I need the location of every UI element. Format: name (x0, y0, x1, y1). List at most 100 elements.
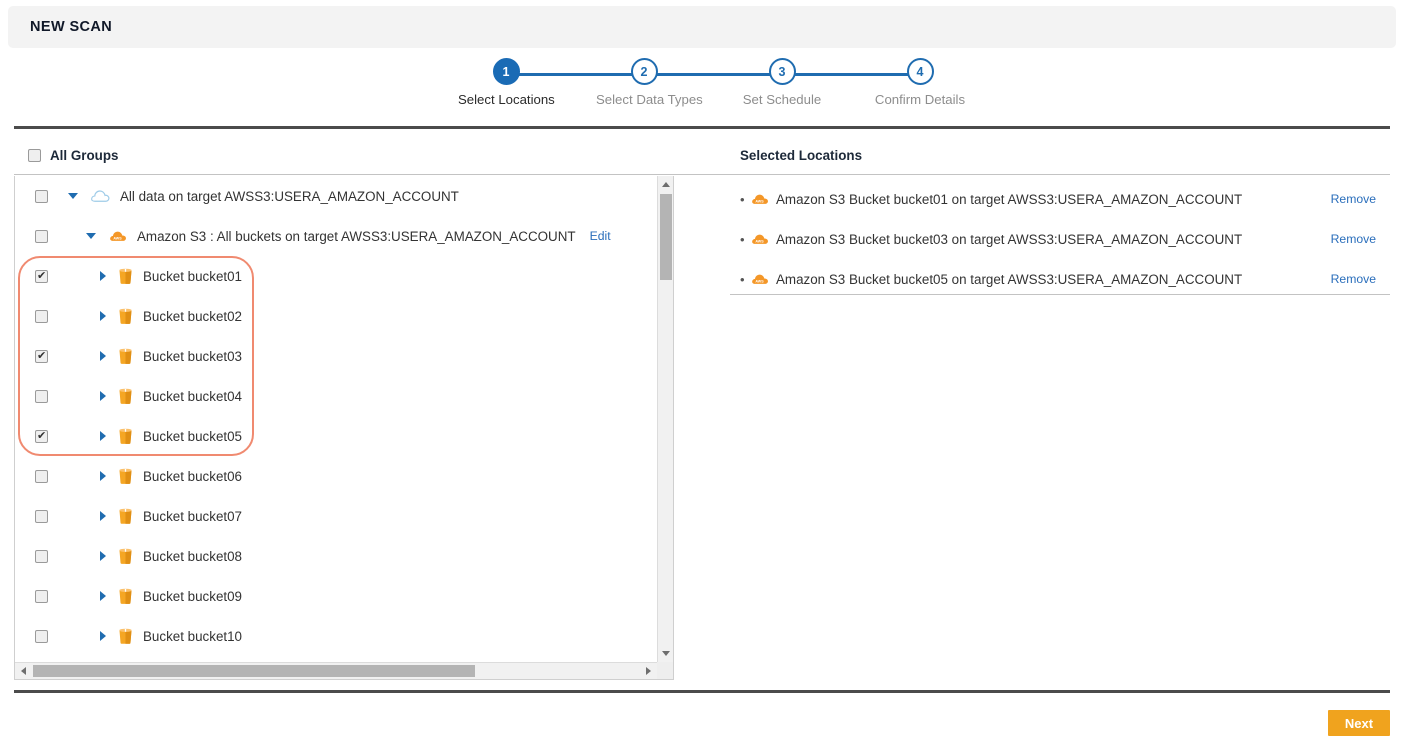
selected-location-label: Amazon S3 Bucket bucket03 on target AWSS… (776, 232, 1242, 247)
tree-row-checkbox[interactable] (35, 550, 48, 563)
step-3-number: 3 (769, 58, 796, 85)
caret-right-icon[interactable] (100, 631, 106, 641)
caret-right-icon[interactable] (100, 471, 106, 481)
tree-row[interactable]: Bucket bucket02 (15, 296, 657, 336)
selected-location-label: Amazon S3 Bucket bucket05 on target AWSS… (776, 272, 1242, 287)
caret-right-icon[interactable] (100, 511, 106, 521)
location-tree-panel: All data on target AWSS3:USERA_AMAZON_AC… (14, 176, 674, 680)
tree-row-label: Bucket bucket10 (143, 629, 242, 644)
svg-text:AWS: AWS (755, 239, 764, 243)
tree-row[interactable]: Bucket bucket07 (15, 496, 657, 536)
tree-row-checkbox[interactable] (35, 510, 48, 523)
divider-left-panel (14, 174, 742, 175)
tree-row-label: Bucket bucket04 (143, 389, 242, 404)
tree-row[interactable]: Bucket bucket06 (15, 456, 657, 496)
tree-row-checkbox[interactable] (35, 350, 48, 363)
bucket-icon (118, 428, 133, 445)
tree-row-label: Bucket bucket02 (143, 309, 242, 324)
caret-down-icon[interactable] (68, 193, 78, 199)
tree-row[interactable]: All data on target AWSS3:USERA_AMAZON_AC… (15, 176, 657, 216)
remove-link[interactable]: Remove (1331, 272, 1376, 286)
tree-row[interactable]: Bucket bucket05 (15, 416, 657, 456)
bucket-icon (118, 508, 133, 525)
tree-row[interactable]: Bucket bucket03 (15, 336, 657, 376)
tree-row[interactable]: Bucket bucket04 (15, 376, 657, 416)
tree-row-checkbox[interactable] (35, 190, 48, 203)
edit-link[interactable]: Edit (590, 229, 611, 243)
scroll-left-arrow-icon[interactable] (21, 667, 26, 675)
tree-row[interactable]: Bucket bucket10 (15, 616, 657, 656)
step-1-number: 1 (493, 58, 520, 85)
vertical-scroll-thumb[interactable] (660, 194, 672, 280)
step-1-label: Select Locations (458, 92, 554, 107)
tree-row-checkbox[interactable] (35, 310, 48, 323)
aws-cloud-icon: AWS (750, 192, 769, 206)
tree-row-checkbox[interactable] (35, 270, 48, 283)
tree-row-label: Bucket bucket06 (143, 469, 242, 484)
bucket-icon (118, 308, 133, 325)
bucket-icon (118, 468, 133, 485)
all-groups-header[interactable]: All Groups (28, 148, 118, 163)
caret-right-icon[interactable] (100, 271, 106, 281)
scroll-right-arrow-icon[interactable] (646, 667, 651, 675)
remove-link[interactable]: Remove (1331, 192, 1376, 206)
tree-row-checkbox[interactable] (35, 390, 48, 403)
caret-right-icon[interactable] (100, 551, 106, 561)
bullet-icon: • (740, 272, 750, 287)
caret-right-icon[interactable] (100, 351, 106, 361)
step-2[interactable]: 2 Select Data Types (596, 58, 692, 107)
window-titlebar: NEW SCAN (8, 6, 1396, 48)
stepper-connector-line (506, 73, 920, 76)
step-2-label: Select Data Types (596, 92, 692, 107)
caret-right-icon[interactable] (100, 391, 106, 401)
scroll-up-arrow-icon[interactable] (662, 182, 670, 187)
bucket-icon (118, 548, 133, 565)
scroll-down-arrow-icon[interactable] (662, 651, 670, 656)
next-button[interactable]: Next (1328, 710, 1390, 736)
tree-row[interactable]: Bucket bucket08 (15, 536, 657, 576)
step-4-label: Confirm Details (872, 92, 968, 107)
tree-row-checkbox[interactable] (35, 630, 48, 643)
cloud-outline-icon (90, 189, 110, 203)
tree-row-label: Bucket bucket01 (143, 269, 242, 284)
bullet-icon: • (740, 232, 750, 247)
tree-horizontal-scrollbar[interactable] (15, 662, 657, 679)
tree-row[interactable]: Bucket bucket01 (15, 256, 657, 296)
divider-bottom (14, 690, 1390, 693)
tree-row-label: Bucket bucket09 (143, 589, 242, 604)
divider-selected-bottom (730, 294, 1390, 295)
caret-right-icon[interactable] (100, 431, 106, 441)
tree-row-label: Bucket bucket08 (143, 549, 242, 564)
selected-location-row: •AWSAmazon S3 Bucket bucket01 on target … (740, 189, 1390, 209)
svg-text:AWS: AWS (755, 279, 764, 283)
selected-location-row: • AWS Amazon S3 Bucket bucket05 on target … (740, 269, 1390, 289)
step-4-number: 4 (907, 58, 934, 85)
step-1[interactable]: 1 Select Locations (458, 58, 554, 107)
all-groups-checkbox[interactable] (28, 149, 41, 162)
caret-right-icon[interactable] (100, 591, 106, 601)
tree-row-label: Bucket bucket05 (143, 429, 242, 444)
horizontal-scroll-thumb[interactable] (33, 665, 475, 677)
bucket-icon (118, 348, 133, 365)
step-4[interactable]: 4 Confirm Details (872, 58, 968, 107)
tree-vertical-scrollbar[interactable] (657, 176, 673, 662)
tree-row-checkbox[interactable] (35, 430, 48, 443)
tree-row[interactable]: Bucket bucket09 (15, 576, 657, 616)
location-tree[interactable]: All data on target AWSS3:USERA_AMAZON_AC… (15, 176, 657, 662)
step-3[interactable]: 3 Set Schedule (734, 58, 830, 107)
caret-down-icon[interactable] (86, 233, 96, 239)
tree-row-checkbox[interactable] (35, 230, 48, 243)
bucket-icon (118, 268, 133, 285)
divider-top (14, 126, 1390, 129)
tree-row-checkbox[interactable] (35, 470, 48, 483)
tree-row[interactable]: AWSAmazon S3 : All buckets on target AWS… (15, 216, 657, 256)
step-2-number: 2 (631, 58, 658, 85)
tree-row-label: Bucket bucket03 (143, 349, 242, 364)
bucket-icon (118, 628, 133, 645)
step-3-label: Set Schedule (734, 92, 830, 107)
caret-right-icon[interactable] (100, 311, 106, 321)
selected-locations-header: Selected Locations (740, 148, 862, 163)
all-groups-label: All Groups (50, 148, 118, 163)
tree-row-checkbox[interactable] (35, 590, 48, 603)
remove-link[interactable]: Remove (1331, 232, 1376, 246)
